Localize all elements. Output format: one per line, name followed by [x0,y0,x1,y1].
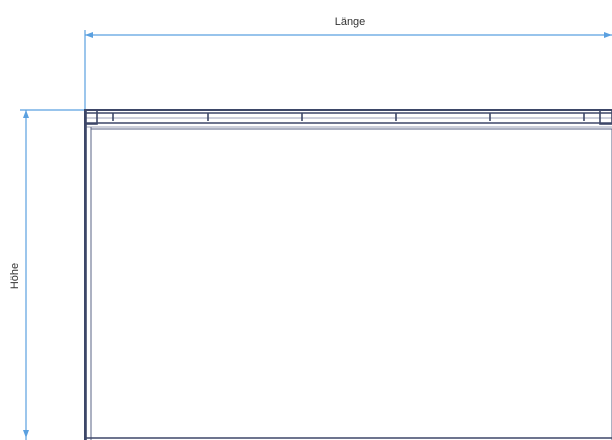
length-arrow-left [85,32,93,38]
height-dimension: Höhe [9,109,88,440]
height-arrow-top [23,110,29,118]
frame-body [84,109,612,440]
height-label: Höhe [9,263,21,289]
length-dimension: Länge [84,16,612,112]
length-arrow-right [604,32,612,38]
technical-drawing: Länge Höhe [9,16,612,440]
length-label: Länge [335,16,366,28]
frame [84,109,612,440]
height-arrow-bottom [23,430,29,438]
